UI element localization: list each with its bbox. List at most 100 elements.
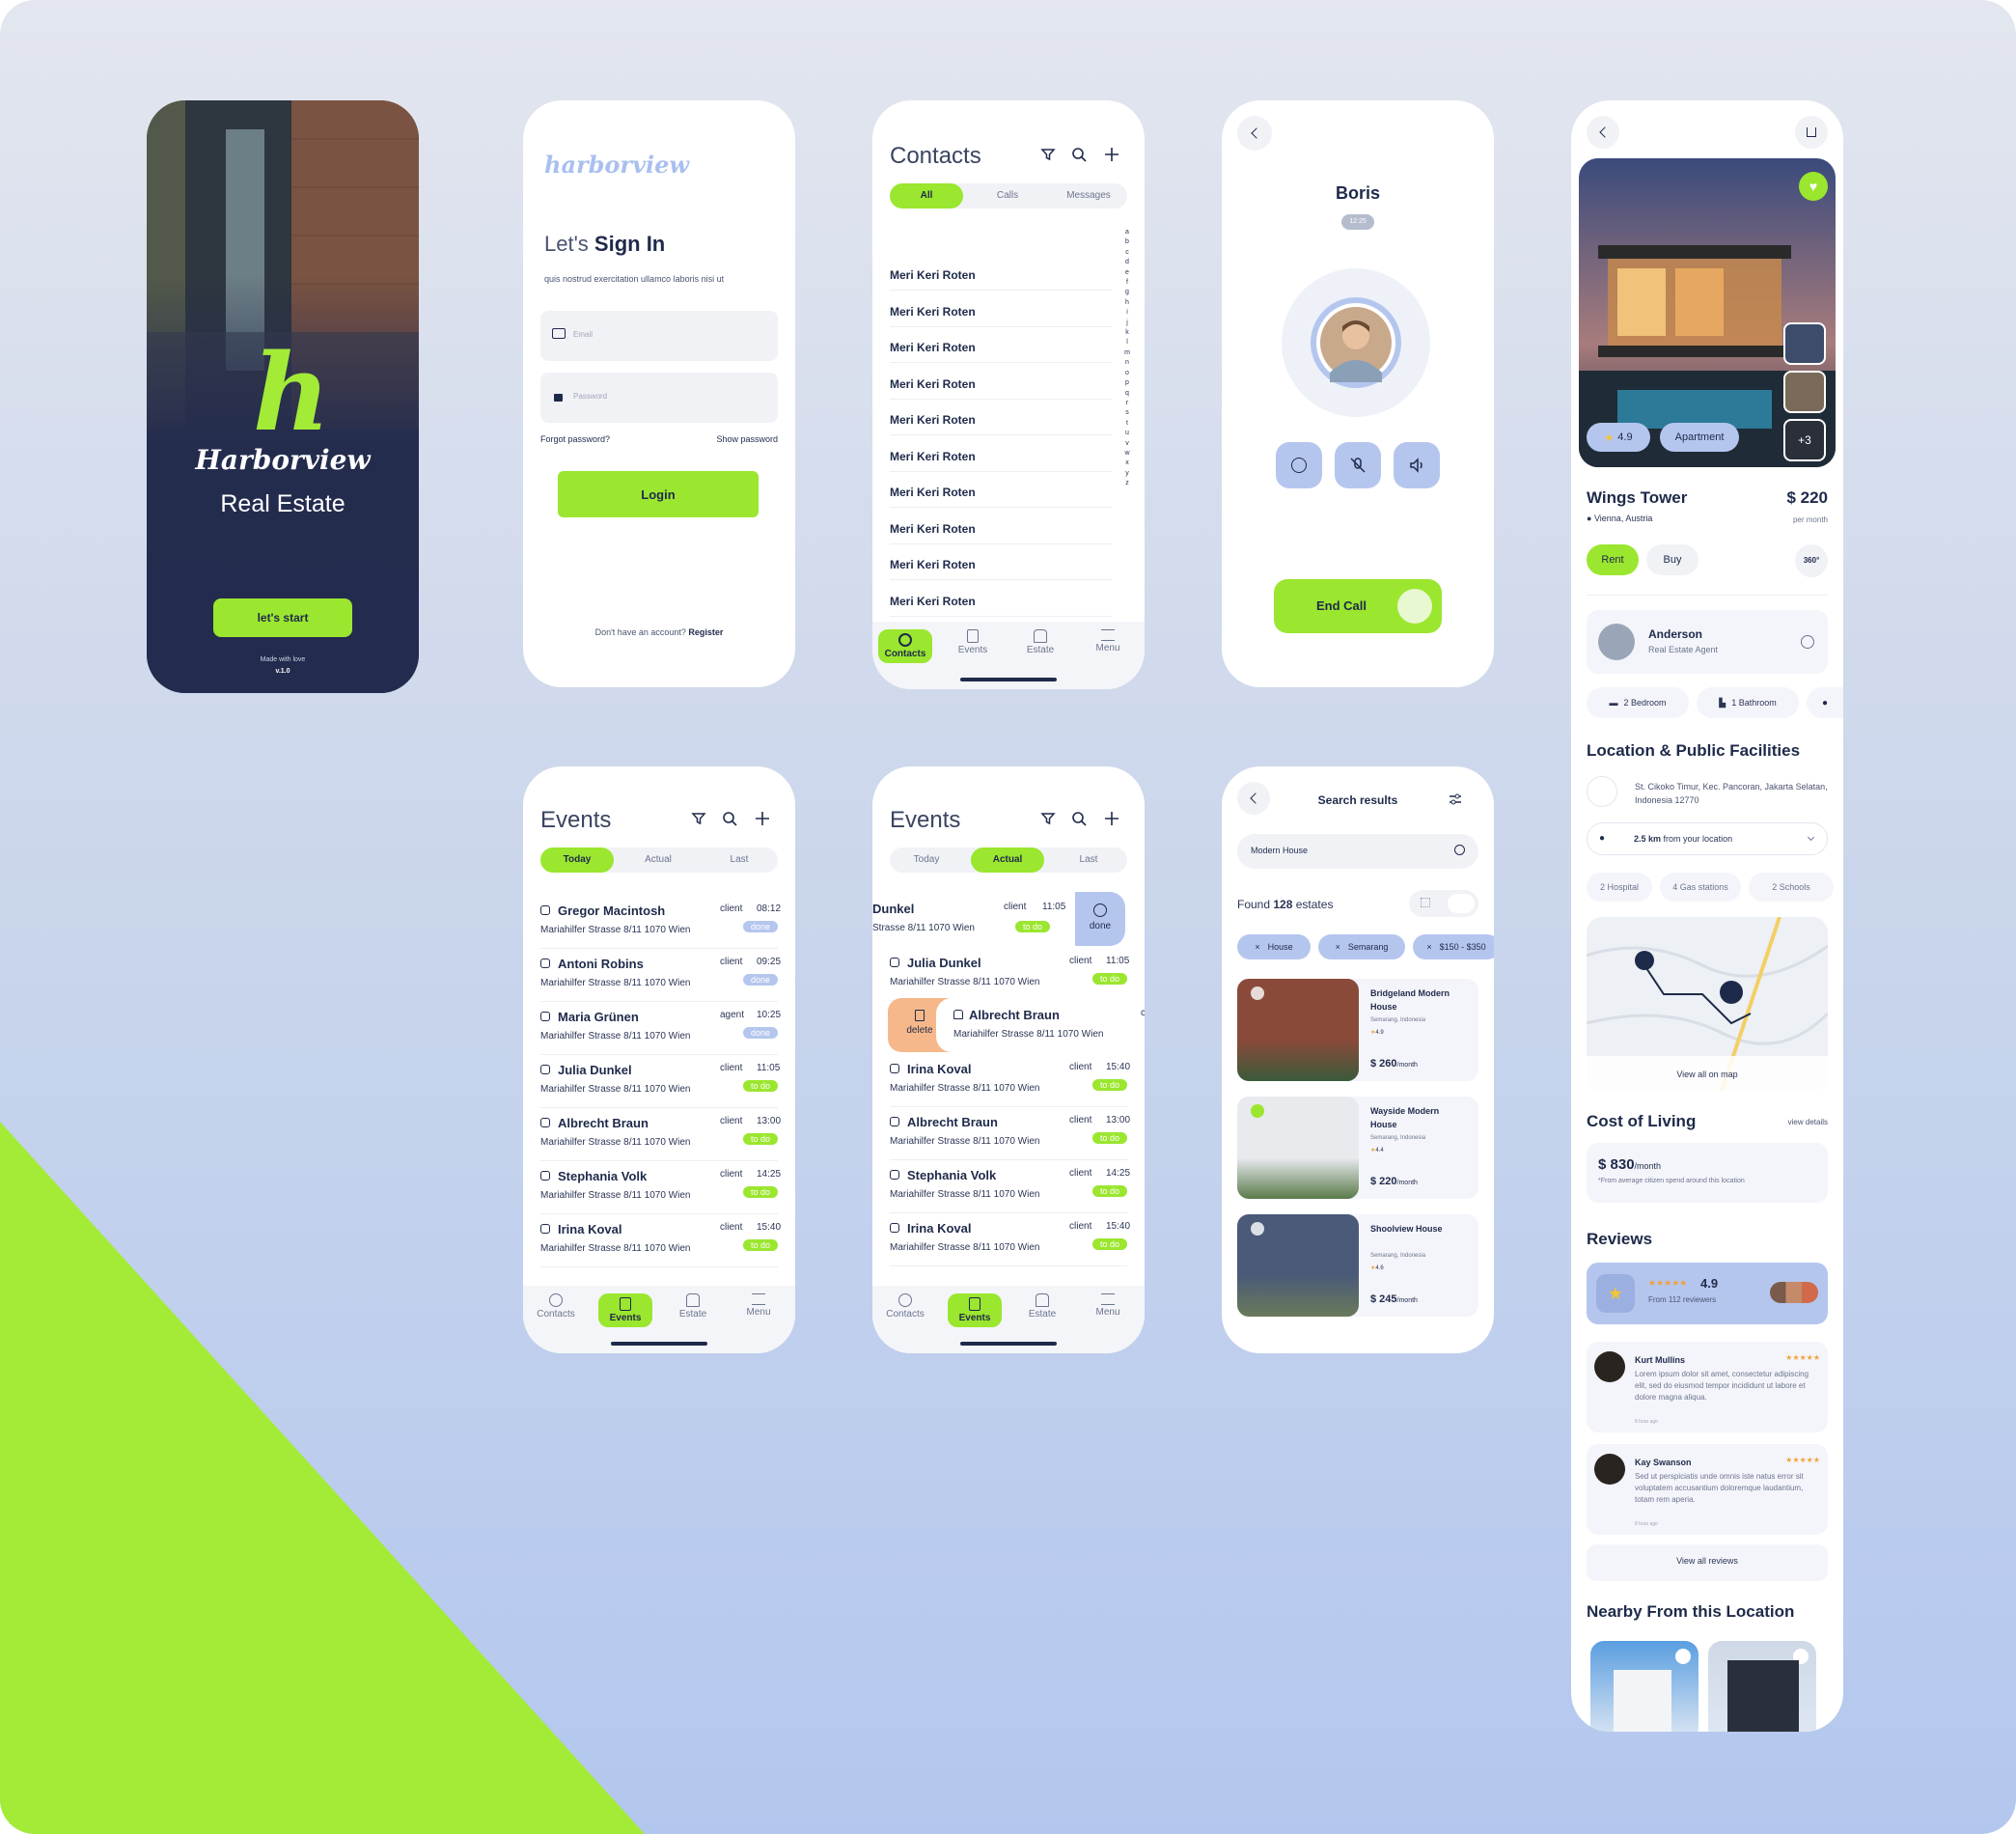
share-button[interactable] xyxy=(1795,116,1828,149)
contact-name[interactable]: Meri Keri Roten xyxy=(890,377,976,391)
event-row[interactable]: Antoni Robins client 09:25 Mariahilfer Stra… xyxy=(540,953,781,1002)
distance-select[interactable]: ● 2.5 km from your location xyxy=(1587,822,1828,855)
nav-menu[interactable]: Menu xyxy=(1081,1293,1135,1318)
login-button[interactable]: Login xyxy=(558,471,759,517)
event-row[interactable]: Maria Grünen agent 10:25 Mariahilfer Strass… xyxy=(540,1006,781,1055)
alphabet-letter[interactable]: z xyxy=(1121,479,1133,488)
alphabet-index[interactable]: abcdefghijklmnopqrstuvwxyz xyxy=(1121,228,1133,489)
filter-icon[interactable] xyxy=(1040,147,1056,162)
end-call-button[interactable]: End Call xyxy=(1274,579,1442,633)
tab-messages[interactable]: Messages xyxy=(1050,183,1127,208)
contact-name[interactable]: Meri Keri Roten xyxy=(890,486,976,499)
alphabet-letter[interactable]: q xyxy=(1121,389,1133,399)
search-icon[interactable] xyxy=(1071,147,1087,162)
alphabet-letter[interactable]: f xyxy=(1121,278,1133,288)
heart-icon[interactable] xyxy=(1251,1104,1264,1118)
nearby-card-1[interactable] xyxy=(1590,1641,1698,1732)
alphabet-letter[interactable]: i xyxy=(1121,308,1133,318)
search-input[interactable]: Modern House xyxy=(1237,834,1478,869)
alphabet-letter[interactable]: b xyxy=(1121,237,1133,247)
forgot-password-link[interactable]: Forgot password? xyxy=(540,434,610,444)
add-icon[interactable] xyxy=(1104,147,1119,162)
event-row[interactable]: Julia Dunkel client 11:05 Mariahilfer Stras… xyxy=(890,952,1129,1001)
speaker-button[interactable] xyxy=(1394,442,1440,488)
alphabet-letter[interactable]: a xyxy=(1121,228,1133,237)
nav-estate[interactable]: Estate xyxy=(1015,1293,1069,1320)
alphabet-letter[interactable]: v xyxy=(1121,439,1133,449)
alphabet-letter[interactable]: o xyxy=(1121,369,1133,378)
nav-contacts[interactable]: Contacts xyxy=(878,629,932,663)
chat-icon[interactable] xyxy=(1801,635,1814,649)
tab-today[interactable]: Today xyxy=(540,848,614,873)
map-preview[interactable]: View all on map xyxy=(1587,917,1828,1091)
list-view-icon[interactable] xyxy=(1448,894,1475,913)
alphabet-letter[interactable]: y xyxy=(1121,469,1133,479)
event-row[interactable]: Albrecht Braun client 13:00 Mariahilfer Str… xyxy=(890,1111,1130,1160)
email-field[interactable]: Email xyxy=(540,311,778,361)
favorite-button[interactable]: ♥ xyxy=(1799,172,1828,201)
password-field[interactable]: Password xyxy=(540,373,778,423)
alphabet-letter[interactable]: p xyxy=(1121,378,1133,388)
tab-calls[interactable]: Calls xyxy=(971,183,1044,208)
alphabet-letter[interactable]: w xyxy=(1121,449,1133,458)
nav-events[interactable]: Events xyxy=(948,1293,1002,1327)
heart-icon[interactable] xyxy=(1251,986,1264,1000)
alphabet-letter[interactable]: e xyxy=(1121,268,1133,278)
message-button[interactable] xyxy=(1276,442,1322,488)
buy-button[interactable]: Buy xyxy=(1646,544,1698,575)
thumbnail-more[interactable]: +3 xyxy=(1783,419,1826,461)
search-icon[interactable] xyxy=(1071,811,1087,826)
alphabet-letter[interactable]: d xyxy=(1121,258,1133,267)
nav-events[interactable]: Events xyxy=(598,1293,652,1327)
tab-last[interactable]: Last xyxy=(701,848,778,873)
thumbnail-1[interactable] xyxy=(1783,322,1826,365)
register-link[interactable]: Register xyxy=(688,627,723,637)
contact-name[interactable]: Meri Keri Roten xyxy=(890,522,976,536)
heart-icon[interactable] xyxy=(1251,1222,1264,1236)
result-card[interactable]: Wayside Modern House Semarang, Indonesia ★… xyxy=(1237,1097,1478,1199)
close-icon[interactable]: × xyxy=(1426,942,1431,952)
alphabet-letter[interactable]: c xyxy=(1121,248,1133,258)
alphabet-letter[interactable]: t xyxy=(1121,419,1133,429)
lets-start-button[interactable]: let's start xyxy=(213,598,352,637)
nearby-card-2[interactable] xyxy=(1708,1641,1816,1732)
swiped-row-done[interactable]: Dunkel client 11:05 Strasse 8/11 1070 Wi… xyxy=(872,892,1145,946)
close-icon[interactable]: × xyxy=(1336,942,1340,952)
nav-contacts[interactable]: Contacts xyxy=(529,1293,583,1320)
sliders-icon[interactable] xyxy=(1448,792,1463,807)
view-details-link[interactable]: view details xyxy=(1788,1118,1828,1126)
contact-name[interactable]: Meri Keri Roten xyxy=(890,341,976,354)
contact-name[interactable]: Meri Keri Roten xyxy=(890,305,976,319)
back-button[interactable] xyxy=(1237,116,1272,151)
nav-contacts[interactable]: Contacts xyxy=(878,1293,932,1320)
alphabet-letter[interactable]: k xyxy=(1121,328,1133,338)
event-row[interactable]: Julia Dunkel client 11:05 Mariahilfer Stras… xyxy=(540,1059,780,1108)
tab-actual[interactable]: Actual xyxy=(621,848,695,873)
result-card[interactable]: Shoolview House Semarang, Indonesia ★4.6 $ … xyxy=(1237,1214,1478,1317)
nav-menu[interactable]: Menu xyxy=(1081,629,1135,653)
filter-icon[interactable] xyxy=(691,811,706,826)
agent-card[interactable]: Anderson Real Estate Agent xyxy=(1587,610,1828,674)
tab-today[interactable]: Today xyxy=(890,848,963,873)
contact-name[interactable]: Meri Keri Roten xyxy=(890,413,976,427)
event-row[interactable]: Irina Koval client 15:40 Mariahilfer Strass… xyxy=(540,1218,781,1267)
tab-last[interactable]: Last xyxy=(1050,848,1127,873)
alphabet-letter[interactable]: m xyxy=(1121,348,1133,358)
facility-chip[interactable]: 4 Gas stations xyxy=(1660,873,1741,902)
reviews-summary[interactable]: ★ ★★★★★ 4.9 From 112 reviewers xyxy=(1587,1263,1828,1324)
alphabet-letter[interactable]: r xyxy=(1121,399,1133,408)
detail-back-button[interactable] xyxy=(1587,116,1619,149)
event-row[interactable]: Irina Koval client 15:40 Mariahilfer Strass… xyxy=(890,1058,1130,1107)
show-password-link[interactable]: Show password xyxy=(716,434,778,444)
search-icon[interactable] xyxy=(1454,845,1465,855)
done-action[interactable]: done xyxy=(1075,892,1125,946)
view-all-reviews-button[interactable]: View all reviews xyxy=(1587,1544,1828,1581)
add-icon[interactable] xyxy=(1104,811,1119,826)
nav-estate[interactable]: Estate xyxy=(666,1293,720,1320)
view-on-map-link[interactable]: View all on map xyxy=(1587,1070,1828,1079)
add-icon[interactable] xyxy=(755,811,770,826)
rent-button[interactable]: Rent xyxy=(1587,544,1639,575)
event-row[interactable]: Stephania Volk client 14:25 Mariahilfer Str… xyxy=(540,1165,781,1214)
event-row[interactable]: Gregor Macintosh client 08:12 Mariahilfer S… xyxy=(540,900,781,949)
alphabet-letter[interactable]: j xyxy=(1121,319,1133,328)
